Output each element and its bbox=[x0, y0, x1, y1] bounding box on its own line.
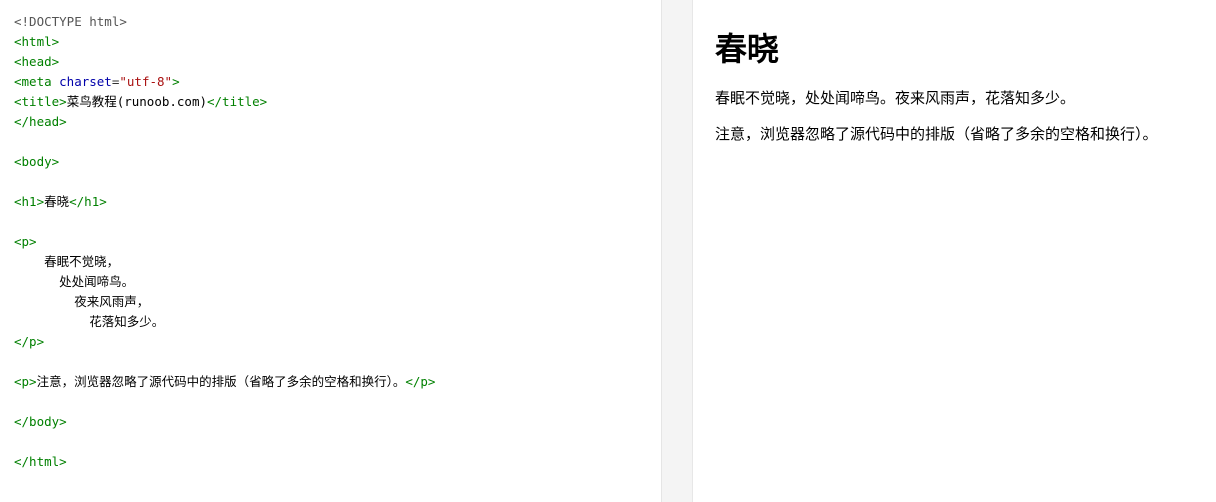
code-token-tag: </p> bbox=[405, 374, 436, 389]
code-line: 花落知多少。 bbox=[14, 312, 647, 332]
code-token-tag: </head> bbox=[14, 114, 67, 129]
code-line: 春眠不觉晓， bbox=[14, 252, 647, 272]
code-token-tag: </p> bbox=[14, 334, 45, 349]
code-editor-pane[interactable]: <!DOCTYPE html> <html> <head> <meta charset… bbox=[0, 0, 662, 502]
code-line: </head> bbox=[14, 112, 647, 132]
code-token-text: 春晓 bbox=[44, 194, 70, 209]
code-token-tag: <p> bbox=[14, 374, 37, 389]
code-line: 处处闻啼鸟。 bbox=[14, 272, 647, 292]
code-line: </p> bbox=[14, 332, 647, 352]
html-source-code[interactable]: <!DOCTYPE html> <html> <head> <meta charset… bbox=[14, 12, 647, 472]
preview-note-paragraph: 注意，浏览器忽略了源代码中的排版（省略了多余的空格和换行）。 bbox=[715, 125, 1158, 143]
code-line: <p> bbox=[14, 232, 647, 252]
code-token-tag: </title> bbox=[207, 94, 268, 109]
code-token-tag: </h1> bbox=[69, 194, 107, 209]
result-preview-pane: 春晓 春眠不觉晓，处处闻啼鸟。夜来风雨声，花落知多少。 注意，浏览器忽略了源代码… bbox=[693, 0, 1216, 502]
code-line: <body> bbox=[14, 152, 647, 172]
code-line: <h1>春晓</h1> bbox=[14, 192, 647, 212]
code-token-doctype: <!DOCTYPE html> bbox=[14, 14, 127, 29]
code-token-text: 夜来风雨声， bbox=[14, 294, 150, 309]
code-line: 夜来风雨声， bbox=[14, 292, 647, 312]
code-token-text: 注意，浏览器忽略了源代码中的排版（省略了多余的空格和换行）。 bbox=[36, 374, 406, 389]
code-line: </html> bbox=[14, 452, 647, 472]
preview-heading: 春晓 bbox=[715, 30, 780, 68]
code-line: </body> bbox=[14, 412, 647, 432]
code-token-tag: <h1> bbox=[14, 194, 45, 209]
code-token-attr-value: "utf-8" bbox=[119, 74, 173, 89]
code-token-tag: </body> bbox=[14, 414, 67, 429]
code-line: <meta charset="utf-8"> bbox=[14, 72, 647, 92]
code-token-tag: <html> bbox=[14, 34, 60, 49]
code-line: <!DOCTYPE html> bbox=[14, 12, 647, 32]
code-token-tag: <head> bbox=[14, 54, 60, 69]
code-token-tag: <body> bbox=[14, 154, 60, 169]
code-token-text: 菜鸟教程(runoob.com) bbox=[66, 94, 207, 109]
tryit-editor: <!DOCTYPE html> <html> <head> <meta charset… bbox=[0, 0, 1216, 502]
code-line: <p>注意，浏览器忽略了源代码中的排版（省略了多余的空格和换行）。</p> bbox=[14, 372, 647, 392]
code-line: <title>菜鸟教程(runoob.com)</title> bbox=[14, 92, 647, 112]
code-token-tag: <p> bbox=[14, 234, 37, 249]
code-token-tag: <title> bbox=[14, 94, 67, 109]
code-token-text: 春眠不觉晓， bbox=[14, 254, 120, 269]
pane-divider[interactable] bbox=[662, 0, 693, 502]
code-token-text: 处处闻啼鸟。 bbox=[14, 274, 135, 289]
code-token-tag: </html> bbox=[14, 454, 67, 469]
preview-poem-paragraph: 春眠不觉晓，处处闻啼鸟。夜来风雨声，花落知多少。 bbox=[715, 89, 1076, 107]
code-token-tag: > bbox=[172, 74, 180, 89]
code-token-tag: <meta bbox=[14, 74, 60, 89]
code-token-text: 花落知多少。 bbox=[14, 314, 165, 329]
code-line: <head> bbox=[14, 52, 647, 72]
code-token-attr-name: charset bbox=[59, 74, 112, 89]
code-line: <html> bbox=[14, 32, 647, 52]
